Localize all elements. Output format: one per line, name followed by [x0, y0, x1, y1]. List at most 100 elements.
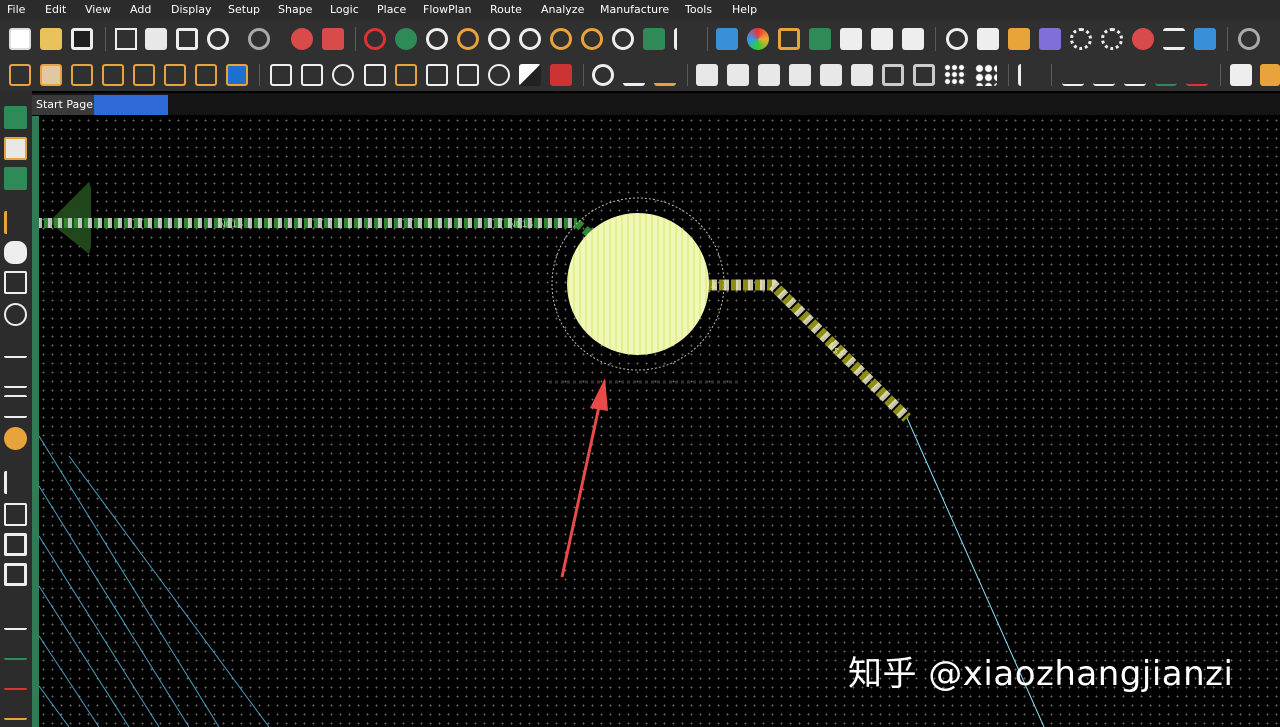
select-shape-icon[interactable] [364, 64, 386, 86]
general-edit-icon[interactable] [9, 64, 31, 86]
dimension-icon[interactable] [623, 64, 645, 86]
route-warning-icon[interactable] [1186, 64, 1208, 86]
zoom-out-icon[interactable] [519, 28, 541, 50]
blue-mode-icon[interactable] [226, 64, 248, 86]
net-edit-icon[interactable] [4, 697, 27, 720]
rename-icon[interactable] [820, 64, 842, 86]
route-icon[interactable] [1062, 64, 1084, 86]
place-remove-icon[interactable] [758, 64, 780, 86]
highlight-icon[interactable] [1070, 28, 1092, 50]
auto-route-icon[interactable] [4, 427, 27, 450]
edit-text-icon[interactable] [4, 563, 27, 586]
delete-icon[interactable] [176, 28, 198, 50]
chip-icon[interactable] [882, 64, 904, 86]
menu-tools[interactable]: Tools [685, 0, 712, 19]
tab-start-page[interactable]: Start Page [32, 95, 97, 115]
color-icon[interactable] [747, 28, 769, 50]
align-icon[interactable] [851, 64, 873, 86]
board-icon[interactable] [4, 106, 27, 129]
connect-icon[interactable] [1018, 64, 1040, 86]
design-canvas[interactable]: N01B N01B 4 N$2 [39, 116, 1280, 727]
pin-icon[interactable] [291, 28, 313, 50]
undo-icon[interactable] [207, 28, 229, 50]
share-icon[interactable] [1238, 28, 1260, 50]
add-trace-icon[interactable] [4, 211, 27, 234]
tab-design[interactable] [94, 95, 168, 115]
grid-icon[interactable] [716, 28, 738, 50]
mirror-icon[interactable] [674, 28, 696, 50]
square-icon[interactable] [457, 64, 479, 86]
pad[interactable] [567, 213, 709, 355]
pentagon-icon[interactable] [426, 64, 448, 86]
circle-shape-icon[interactable] [488, 64, 510, 86]
etch-edit-icon[interactable] [102, 64, 124, 86]
menu-shape[interactable]: Shape [278, 0, 312, 19]
add-text-icon[interactable] [4, 533, 27, 556]
add-line-icon[interactable] [4, 471, 27, 494]
menu-add[interactable]: Add [130, 0, 151, 19]
drc-green-icon[interactable] [395, 28, 417, 50]
brush-icon[interactable] [1039, 28, 1061, 50]
menu-analyze[interactable]: Analyze [541, 0, 584, 19]
bus-icon[interactable] [4, 365, 27, 388]
new-file-icon[interactable] [9, 28, 31, 50]
hourglass-icon[interactable] [1163, 28, 1185, 50]
add-polygon-icon[interactable] [270, 64, 292, 86]
measure-icon[interactable] [1008, 28, 1030, 50]
copy-icon[interactable] [145, 28, 167, 50]
add-rectangle-icon[interactable] [301, 64, 323, 86]
report-icon[interactable] [871, 28, 893, 50]
zoom-center-icon[interactable] [581, 28, 603, 50]
info-icon[interactable] [977, 28, 999, 50]
net-settings-icon[interactable] [4, 607, 27, 630]
zoom-in-icon[interactable] [488, 28, 510, 50]
add-rect-icon[interactable] [4, 503, 27, 526]
menu-file[interactable]: File [7, 0, 25, 19]
zoom-fit-icon[interactable] [426, 28, 448, 50]
menu-edit[interactable]: Edit [45, 0, 66, 19]
move-icon[interactable] [115, 28, 137, 50]
fanout-icon[interactable] [4, 335, 27, 358]
menu-help[interactable]: Help [732, 0, 757, 19]
hand-icon[interactable] [4, 241, 27, 264]
chip-2-icon[interactable] [913, 64, 935, 86]
component-icon[interactable] [4, 137, 27, 160]
settings-doc-icon[interactable] [902, 28, 924, 50]
void-icon[interactable] [519, 64, 541, 86]
redo-icon[interactable] [248, 28, 270, 50]
drc-red-icon[interactable] [364, 28, 386, 50]
analog-mode-icon[interactable] [195, 64, 217, 86]
swap-icon[interactable] [4, 271, 27, 294]
net-remove-icon[interactable] [4, 667, 27, 690]
visibility-eye-icon[interactable] [946, 28, 968, 50]
shadow-icon[interactable] [778, 28, 800, 50]
layers-icon[interactable] [809, 28, 831, 50]
menu-place[interactable]: Place [377, 0, 406, 19]
place-swap-icon[interactable] [727, 64, 749, 86]
parallel-lines-icon[interactable] [4, 395, 27, 418]
place-manual-icon[interactable] [696, 64, 718, 86]
open-folder-icon[interactable] [40, 28, 62, 50]
refresh-icon[interactable] [612, 28, 634, 50]
unpin-icon[interactable] [322, 28, 344, 50]
menu-route[interactable]: Route [490, 0, 522, 19]
dehighlight-icon[interactable] [1101, 28, 1123, 50]
chart-report-icon[interactable] [1230, 64, 1252, 86]
assign-color-icon[interactable] [1132, 28, 1154, 50]
zoom-previous-icon[interactable] [550, 28, 572, 50]
bga-icon[interactable] [944, 64, 966, 86]
more-icon[interactable] [1260, 64, 1280, 86]
spreadsheet-icon[interactable] [840, 28, 862, 50]
menu-display[interactable]: Display [171, 0, 212, 19]
route-book-icon[interactable] [1093, 64, 1115, 86]
bga-2-icon[interactable] [975, 64, 997, 86]
menu-logic[interactable]: Logic [330, 0, 359, 19]
route-check-icon[interactable] [1155, 64, 1177, 86]
signal-wave-icon[interactable] [133, 64, 155, 86]
net-add-icon[interactable] [4, 637, 27, 660]
board-3d-icon[interactable] [643, 28, 665, 50]
menu-manufacture[interactable]: Manufacture [600, 0, 669, 19]
menu-flowplan[interactable]: FlowPlan [423, 0, 472, 19]
add-circle-icon[interactable] [332, 64, 354, 86]
camera-icon[interactable] [789, 64, 811, 86]
